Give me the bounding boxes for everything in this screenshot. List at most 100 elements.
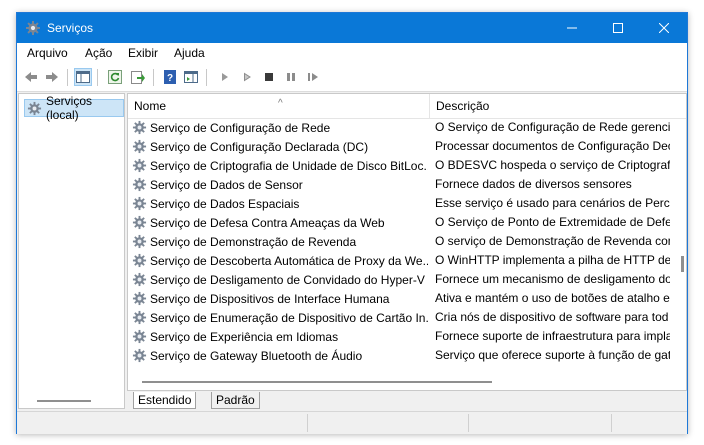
stop-icon — [265, 73, 273, 81]
service-description: Serviço que oferece suporte à função de … — [435, 348, 670, 362]
sort-ascending-icon: ^ — [278, 98, 283, 109]
service-name: Serviço de Criptografia de Unidade de Di… — [150, 158, 428, 173]
menu-acao[interactable]: Ação — [85, 46, 112, 60]
minimize-button[interactable] — [549, 13, 595, 43]
column-header-nome[interactable]: Nome ^ — [128, 94, 428, 118]
table-row[interactable]: Serviço de Desligamento de Convidado do … — [128, 270, 674, 289]
gear-icon — [132, 139, 147, 154]
window-title: Serviços — [47, 21, 94, 35]
tab-estendido[interactable]: Estendido — [133, 392, 197, 409]
pause-service-button[interactable] — [283, 69, 299, 85]
services-list: Nome ^ Descrição Serviço de Configuração… — [127, 93, 687, 391]
toolbar-separator — [206, 69, 207, 86]
service-name: Serviço de Enumeração de Dispositivo de … — [150, 310, 428, 325]
close-icon — [659, 23, 669, 33]
gear-icon — [132, 120, 147, 135]
maximize-icon — [613, 23, 623, 33]
table-row[interactable]: Serviço de Configuração de Rede O Serviç… — [128, 118, 674, 137]
menu-arquivo[interactable]: Arquivo — [27, 46, 68, 60]
title-bar: Serviços — [17, 13, 687, 43]
arrow-right-icon — [46, 72, 58, 82]
toolbar-separator — [67, 69, 68, 86]
console-tree: Serviços (local) — [18, 93, 125, 409]
close-button[interactable] — [641, 13, 687, 43]
play-icon — [222, 73, 228, 81]
menu-bar: Arquivo Ação Exibir Ajuda — [17, 43, 687, 64]
gear-icon — [132, 310, 147, 325]
gear-icon — [132, 234, 147, 249]
service-description: Ativa e mantém o uso de botões de atalho… — [435, 291, 670, 305]
toolbar-separator — [97, 69, 98, 86]
tree-node-label: Serviços (local) — [46, 94, 93, 122]
refresh-icon — [108, 70, 122, 84]
table-row[interactable]: Serviço de Demonstração de Revenda O ser… — [128, 232, 674, 251]
action-pane-icon — [184, 71, 198, 83]
table-row[interactable]: Serviço de Gateway Bluetooth de Áudio Se… — [128, 346, 674, 365]
restart-icon — [308, 73, 318, 81]
start-service-button[interactable] — [217, 69, 233, 85]
column-label: Descrição — [436, 99, 490, 113]
service-name: Serviço de Dados de Sensor — [150, 177, 303, 192]
back-button[interactable] — [23, 69, 39, 85]
service-description: Processar documentos de Configuração Dec — [435, 139, 670, 153]
table-row[interactable]: Serviço de Criptografia de Unidade de Di… — [128, 156, 674, 175]
gear-icon — [132, 196, 147, 211]
column-header-descricao[interactable]: Descrição — [430, 94, 670, 118]
view-tabs: Estendido Padrão — [129, 392, 687, 410]
table-row[interactable]: Serviço de Dados Espaciais Esse serviço … — [128, 194, 674, 213]
service-description: Fornece um mecanismo de desligamento do — [435, 272, 670, 286]
refresh-button[interactable] — [107, 69, 123, 85]
service-description: O serviço de Demonstração de Revenda con — [435, 234, 670, 248]
gear-icon — [132, 291, 147, 306]
table-row[interactable]: Serviço de Enumeração de Dispositivo de … — [128, 308, 674, 327]
svg-text:?: ? — [167, 73, 173, 84]
toolbar: ? — [17, 64, 687, 92]
table-row[interactable]: Serviço de Dados de Sensor Fornece dados… — [128, 175, 674, 194]
service-description: O Serviço de Ponto de Extremidade de Def… — [435, 215, 670, 229]
service-name: Serviço de Dados Espaciais — [150, 196, 300, 211]
export-list-button[interactable] — [130, 69, 146, 85]
gear-icon — [132, 215, 147, 230]
help-button[interactable]: ? — [162, 69, 178, 85]
service-name: Serviço de Defesa Contra Ameaças da Web — [150, 215, 385, 230]
gear-icon — [132, 158, 147, 173]
table-row[interactable]: Serviço de Dispositivos de Interface Hum… — [128, 289, 674, 308]
arrow-left-icon — [25, 72, 37, 82]
show-hide-console-tree-button[interactable] — [74, 68, 92, 86]
service-name: Serviço de Experiência em Idiomas — [150, 329, 339, 344]
table-row[interactable]: Serviço de Descoberta Automática de Prox… — [128, 251, 674, 270]
gear-icon — [132, 253, 147, 268]
toolbar-separator — [153, 69, 154, 86]
export-icon — [131, 71, 145, 84]
menu-ajuda[interactable]: Ajuda — [174, 46, 205, 60]
maximize-button[interactable] — [595, 13, 641, 43]
horizontal-scrollbar[interactable] — [142, 381, 492, 383]
table-row[interactable]: Serviço de Defesa Contra Ameaças da Web … — [128, 213, 674, 232]
service-name: Serviço de Dispositivos de Interface Hum… — [150, 291, 390, 306]
service-description: Esse serviço é usado para cenários de Pe… — [435, 196, 670, 210]
status-bar — [17, 411, 687, 434]
help-icon: ? — [164, 70, 176, 84]
gear-icon — [27, 101, 42, 116]
stop-service-button[interactable] — [261, 69, 277, 85]
gear-icon — [132, 329, 147, 344]
horizontal-scrollbar[interactable] — [37, 400, 91, 402]
show-hide-action-pane-button[interactable] — [183, 69, 199, 85]
tree-node-services-local[interactable]: Serviços (local) — [24, 94, 124, 122]
column-label: Nome — [134, 99, 167, 113]
menu-exibir[interactable]: Exibir — [128, 46, 158, 60]
pause-icon — [287, 73, 295, 81]
restart-service-button[interactable] — [305, 69, 321, 85]
table-row[interactable]: Serviço de Configuração Declarada (DC) P… — [128, 137, 674, 156]
table-row[interactable]: Serviço de Experiência em Idiomas Fornec… — [128, 327, 674, 346]
status-divider — [307, 414, 308, 432]
services-window: Serviços Arquivo Ação Exibir Ajuda ? Ser… — [16, 12, 688, 434]
service-description: Fornece suporte de infraestrutura para i… — [435, 329, 670, 343]
services-gear-icon — [25, 20, 41, 36]
rows-container: Serviço de Configuração de Rede O Serviç… — [128, 118, 674, 365]
vertical-scrollbar[interactable] — [681, 256, 684, 272]
start-service-alt-button[interactable] — [239, 69, 255, 85]
forward-button[interactable] — [44, 69, 60, 85]
tab-padrao[interactable]: Padrão — [211, 392, 260, 409]
service-description: Cria nós de dispositivo de software para… — [435, 310, 669, 324]
